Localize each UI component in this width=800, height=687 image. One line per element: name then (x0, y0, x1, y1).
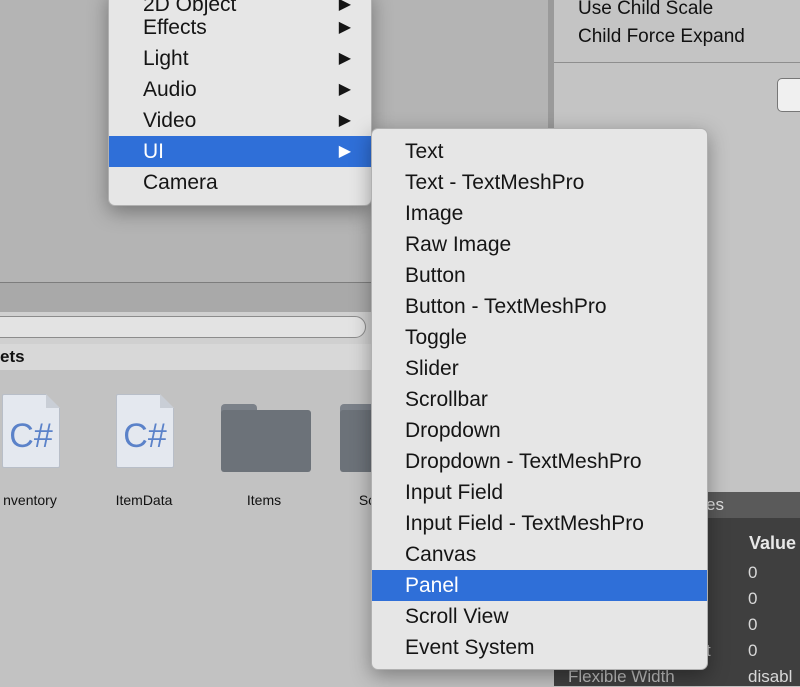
submenu-item-text-textmeshpro[interactable]: Text - TextMeshPro (372, 167, 707, 198)
breadcrumb[interactable]: ets (0, 347, 25, 367)
submenu-item-slider[interactable]: Slider (372, 353, 707, 384)
menu-item-label: Camera (143, 171, 218, 194)
submenu-item-image[interactable]: Image (372, 198, 707, 229)
asset-label[interactable]: ItemData (94, 492, 194, 508)
menu-item-ui[interactable]: UI ▶ (109, 136, 371, 167)
ui-submenu: Text Text - TextMeshPro Image Raw Image … (371, 128, 708, 670)
inspector-button[interactable] (777, 78, 800, 112)
submenu-item-label: Toggle (405, 326, 467, 349)
submenu-item-label: Event System (405, 636, 535, 659)
project-search-input[interactable] (0, 316, 366, 338)
script-glyph: C# (123, 417, 167, 455)
submenu-item-label: Raw Image (405, 233, 512, 256)
property-value: disabl (748, 667, 793, 686)
submenu-item-input-field-textmeshpro[interactable]: Input Field - TextMeshPro (372, 508, 707, 539)
submenu-item-scroll-view[interactable]: Scroll View (372, 601, 707, 632)
submenu-item-input-field[interactable]: Input Field (372, 477, 707, 508)
submenu-item-label: Dropdown (405, 419, 501, 442)
submenu-item-event-system[interactable]: Event System (372, 632, 707, 663)
submenu-item-scrollbar[interactable]: Scrollbar (372, 384, 707, 415)
submenu-item-button-textmeshpro[interactable]: Button - TextMeshPro (372, 291, 707, 322)
submenu-item-dropdown-textmeshpro[interactable]: Dropdown - TextMeshPro (372, 446, 707, 477)
menu-item-label: Light (143, 47, 189, 70)
csharp-script-icon[interactable]: C# (116, 394, 174, 468)
submenu-arrow-icon: ▶ (338, 81, 351, 98)
submenu-item-label: Panel (405, 574, 459, 597)
submenu-item-canvas[interactable]: Canvas (372, 539, 707, 570)
property-value: 0 (748, 641, 758, 660)
use-child-scale-label: Use Child Scale (578, 0, 714, 19)
asset-label[interactable]: Items (214, 492, 314, 508)
gameobject-menu: 2D Object ▶ Effects ▶ Light ▶ Audio ▶ Vi… (108, 0, 372, 206)
submenu-item-text[interactable]: Text (372, 136, 707, 167)
script-glyph: C# (9, 417, 53, 455)
folder-icon[interactable] (221, 404, 311, 472)
submenu-arrow-icon: ▶ (338, 143, 351, 160)
submenu-item-label: Slider (405, 357, 459, 380)
submenu-item-dropdown[interactable]: Dropdown (372, 415, 707, 446)
child-force-expand-label: Child Force Expand (578, 26, 745, 47)
submenu-arrow-icon: ▶ (338, 50, 351, 67)
submenu-item-label: Text - TextMeshPro (405, 171, 585, 194)
submenu-item-label: Text (405, 140, 444, 163)
submenu-item-label: Input Field (405, 481, 504, 504)
submenu-item-label: Button (405, 264, 466, 287)
menu-item-camera[interactable]: Camera (109, 167, 371, 198)
menu-item-label: Effects (143, 16, 207, 39)
submenu-item-label: Input Field - TextMeshPro (405, 512, 644, 535)
submenu-arrow-icon: ▶ (338, 112, 351, 129)
property-name: Flexible Width (568, 667, 675, 686)
submenu-item-toggle[interactable]: Toggle (372, 322, 707, 353)
properties-title: es (706, 495, 724, 514)
submenu-item-label: Scrollbar (405, 388, 488, 411)
asset-label[interactable]: nventory (0, 492, 80, 508)
submenu-item-label: Scroll View (405, 605, 509, 628)
value-column-header: Value (749, 533, 797, 553)
menu-item-effects[interactable]: Effects ▶ (109, 12, 371, 43)
property-value: 0 (748, 563, 758, 582)
menu-item-label: Video (143, 109, 197, 132)
submenu-item-panel[interactable]: Panel (372, 570, 707, 601)
submenu-item-label: Button - TextMeshPro (405, 295, 607, 318)
menu-item-light[interactable]: Light ▶ (109, 43, 371, 74)
menu-item-audio[interactable]: Audio ▶ (109, 74, 371, 105)
property-value: 0 (748, 589, 758, 608)
menu-item-label: Audio (143, 78, 197, 101)
submenu-arrow-icon: ▶ (338, 19, 351, 36)
property-value: 0 (748, 615, 758, 634)
csharp-script-icon[interactable]: C# (2, 394, 60, 468)
menu-item-video[interactable]: Video ▶ (109, 105, 371, 136)
submenu-item-label: Dropdown - TextMeshPro (405, 450, 642, 473)
submenu-item-label: Image (405, 202, 464, 225)
inspector-separator (554, 62, 800, 63)
menu-item-label: UI (143, 140, 164, 163)
submenu-item-raw-image[interactable]: Raw Image (372, 229, 707, 260)
submenu-item-label: Canvas (405, 543, 477, 566)
submenu-item-button[interactable]: Button (372, 260, 707, 291)
